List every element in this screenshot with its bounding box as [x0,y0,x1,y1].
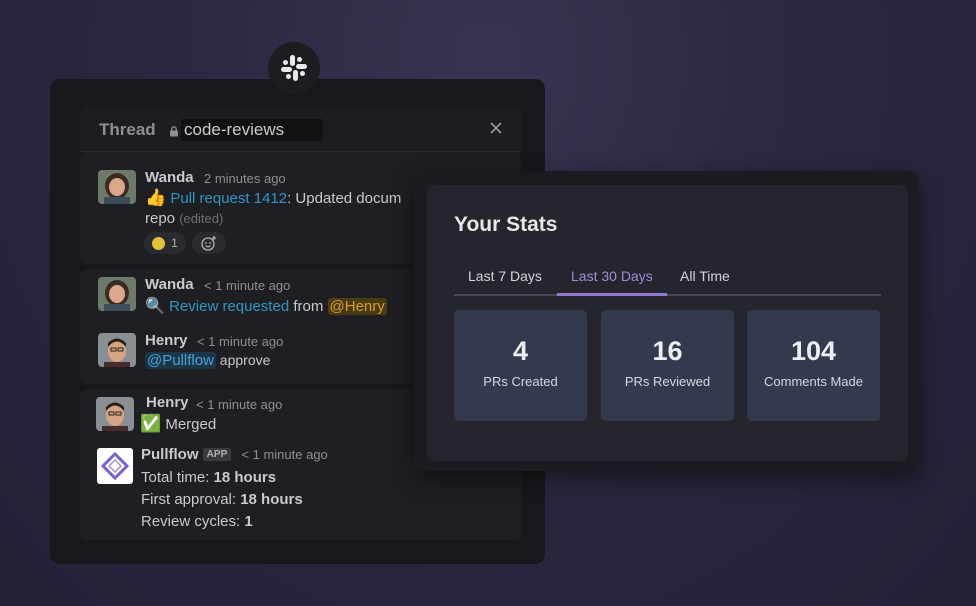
message-text: 👍 Pull request 1412: Updated docum [145,188,402,207]
stat-line-review-cycles: Review cycles: 1 [141,513,253,530]
close-icon[interactable] [488,120,504,141]
avatar-wanda [98,170,136,204]
stat-line-first-approval: First approval: 18 hours [141,491,303,508]
message-text: 🔍 Review requested from @Henry [145,298,387,315]
mention-henry[interactable]: @Henry [327,298,387,315]
app-header: Pullflow APP < 1 minute ago [141,446,328,463]
avatar-wanda [98,277,136,311]
edited-label: (edited) [179,211,224,226]
add-emoji-icon [201,236,216,251]
reaction-button[interactable]: 1 [144,232,186,254]
thread-header: Thread code-reviews [80,107,521,152]
slack-logo-icon [268,42,320,94]
author-name[interactable]: Henry [145,332,188,349]
stat-label: PRs Reviewed [624,374,711,389]
pullflow-logo [97,448,133,484]
add-reaction-button[interactable] [192,232,226,254]
app-badge: APP [202,448,232,461]
magnifier-icon: 🔍 [145,298,165,315]
avatar-henry [96,397,134,431]
thread-title: Thread [99,120,156,139]
reaction-count: 1 [171,236,178,250]
message-text: @Pullflow approve [145,352,271,369]
stat-value: 104 [790,336,837,366]
pull-request-link[interactable]: Pull request 1412 [170,190,287,207]
thumbs-up-icon: 👍 [145,188,167,207]
timestamp: < 1 minute ago [196,397,283,412]
message-text: ✅ Merged [140,414,217,433]
message-text-continued: repo (edited) [145,210,224,227]
stat-card-prs-reviewed: 16 PRs Reviewed [601,310,734,421]
author-name[interactable]: Henry [146,394,189,411]
author-name[interactable]: Pullflow [141,446,199,463]
emoji-reaction-icon [152,236,166,250]
stat-card-prs-created: 4 PRs Created [454,310,587,421]
tab-all-time[interactable]: All Time [680,268,730,284]
timestamp: < 1 minute ago [204,278,291,293]
tab-divider [454,294,881,296]
stat-value: 4 [512,336,529,366]
timestamp: 2 minutes ago [204,171,286,186]
active-tab-indicator [557,293,667,296]
check-mark-icon: ✅ [140,414,162,433]
mention-pullflow[interactable]: @Pullflow [145,352,216,369]
timestamp: < 1 minute ago [197,334,284,349]
stat-label: PRs Created [483,374,558,389]
channel-name[interactable]: code-reviews [181,119,323,141]
timestamp: < 1 minute ago [241,447,328,462]
avatar-henry [98,333,136,367]
stat-label: Comments Made [764,374,863,389]
stat-card-comments-made: 104 Comments Made [747,310,880,421]
tab-last-30-days[interactable]: Last 30 Days [571,268,653,284]
author-name[interactable]: Wanda [145,276,194,293]
stats-title: Your Stats [454,213,558,236]
stats-panel-inner: Your Stats Last 7 Days Last 30 Days All … [427,185,908,461]
review-requested-link[interactable]: Review requested [169,298,289,315]
lock-icon [169,124,179,142]
tab-last-7-days[interactable]: Last 7 Days [468,268,542,284]
stat-value: 16 [652,336,683,366]
stats-panel: Your Stats Last 7 Days Last 30 Days All … [414,171,919,471]
author-name[interactable]: Wanda [145,169,194,186]
stat-line-total-time: Total time: 18 hours [141,469,277,486]
pullflow-diamond-icon [100,451,130,481]
